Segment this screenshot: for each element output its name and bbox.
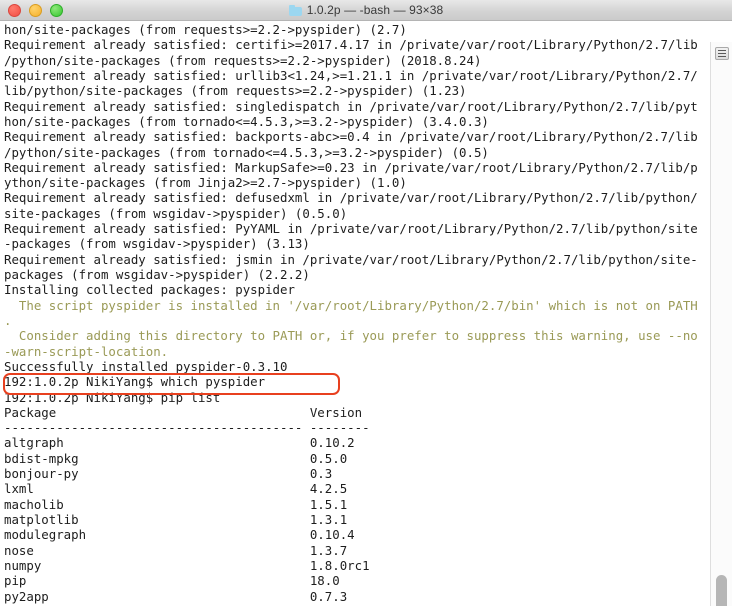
terminal-line: -warn-script-location. [4, 343, 169, 359]
window-controls [8, 0, 63, 20]
terminal-line: hon/site-packages (from requests>=2.2->p… [4, 22, 407, 37]
terminal-line: modulegraph 0.10.4 [4, 527, 355, 543]
terminal-content-area[interactable]: hon/site-packages (from requests>=2.2->p… [0, 21, 732, 606]
terminal-line: lxml 4.2.5 [4, 481, 348, 497]
terminal-line: bonjour-py 0.3 [4, 466, 333, 482]
terminal-line: site-packages (from wsgidav->pyspider) (… [4, 205, 348, 221]
window-title: 1.0.2p — -bash — 93×38 [306, 3, 444, 17]
title-wrap: 1.0.2p — -bash — 93×38 [0, 0, 732, 20]
terminal-line: Requirement already satisfied: defusedxm… [4, 190, 698, 206]
terminal-line: Requirement already satisfied: backports… [4, 129, 698, 145]
close-button[interactable] [8, 3, 21, 17]
terminal-line: matplotlib 1.3.1 [4, 512, 348, 527]
terminal-line: /python/site-packages (from requests>=2.… [4, 52, 482, 68]
terminal-line: Successfully installed pyspider-0.3.10 [4, 358, 288, 374]
terminal-line: Package Version [4, 404, 363, 420]
terminal-line: Requirement already satisfied: jsmin in … [4, 251, 698, 267]
terminal-line: numpy 1.8.0rc1 [4, 557, 370, 573]
scrollbar-thumb[interactable] [716, 575, 727, 606]
terminal-line: The script pyspider is installed in '/va… [4, 297, 698, 313]
terminal-line: packages (from wsgidav->pyspider) (2.2.2… [4, 267, 310, 282]
terminal-line: hon/site-packages (from tornado<=4.5.3,>… [4, 113, 489, 129]
maximize-button[interactable] [50, 3, 63, 17]
scroll-settings-widget[interactable] [715, 47, 729, 60]
scrollbar[interactable] [710, 42, 732, 606]
terminal-line: /python/site-packages (from tornado<=4.5… [4, 144, 489, 160]
terminal-output: hon/site-packages (from requests>=2.2->p… [4, 22, 710, 604]
terminal-line: -packages (from wsgidav->pyspider) (3.13… [4, 236, 310, 252]
terminal-line: pip 18.0 [4, 573, 340, 589]
title-bar[interactable]: 1.0.2p — -bash — 93×38 [0, 0, 732, 21]
terminal-line: Consider adding this directory to PATH o… [4, 328, 698, 344]
terminal-line: altgraph 0.10.2 [4, 435, 355, 451]
folder-icon [288, 4, 302, 16]
minimize-button[interactable] [29, 3, 42, 17]
terminal-line: ython/site-packages (from Jinja2>=2.7->p… [4, 175, 407, 191]
terminal-line: 192:1.0.2p NikiYang$ which pyspider [4, 374, 266, 390]
terminal-line: bdist-mpkg 0.5.0 [4, 450, 348, 466]
terminal-line: Requirement already satisfied: PyYAML in… [4, 221, 698, 237]
terminal-line: Requirement already satisfied: urllib3<1… [4, 67, 698, 83]
terminal-line: Requirement already satisfied: MarkupSaf… [4, 159, 698, 175]
terminal-line: Requirement already satisfied: singledis… [4, 98, 698, 114]
terminal-line: Requirement already satisfied: certifi>=… [4, 37, 698, 53]
terminal-line: lib/python/site-packages (from requests>… [4, 83, 467, 99]
terminal-line: Installing collected packages: pyspider [4, 282, 295, 298]
terminal-line: 192:1.0.2p NikiYang$ pip list [4, 389, 221, 405]
terminal-line: ----------------------------------------… [4, 420, 370, 436]
terminal-window: 1.0.2p — -bash — 93×38 hon/site-packages… [0, 0, 732, 606]
terminal-line: py2app 0.7.3 [4, 588, 348, 604]
terminal-line: macholib 1.5.1 [4, 496, 348, 512]
terminal-line: . [4, 312, 12, 328]
terminal-line: nose 1.3.7 [4, 542, 348, 558]
